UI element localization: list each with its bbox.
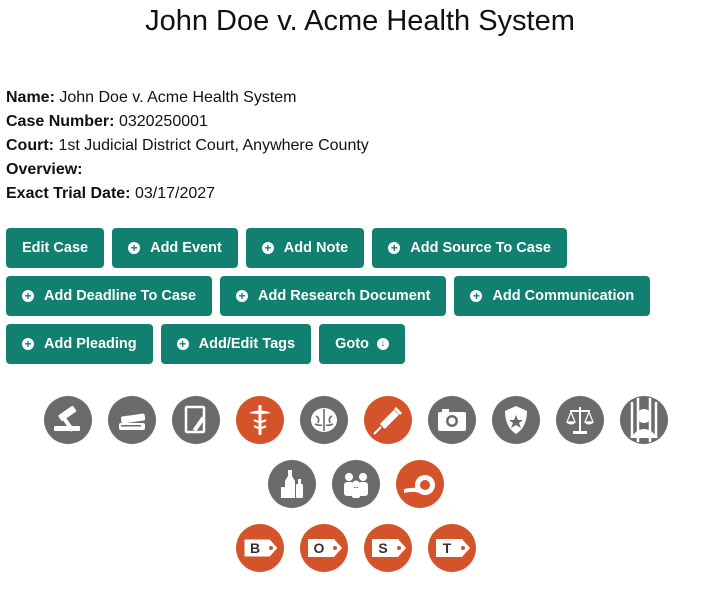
svg-text:S: S <box>378 540 387 556</box>
add-deadline-button[interactable]: + Add Deadline To Case <box>6 276 213 316</box>
category-icons-row-2 <box>0 460 712 508</box>
case-number-row: Case Number: 0320250001 <box>6 113 208 130</box>
court-value: 1st Judicial District Court, Anywhere Co… <box>58 137 369 154</box>
plus-circle-icon: + <box>236 290 249 302</box>
syringe-icon[interactable] <box>364 396 412 444</box>
add-communication-button[interactable]: + Add Communication <box>454 276 651 316</box>
arrow-down-circle-icon: ↓ <box>376 338 389 350</box>
add-source-button[interactable]: + Add Source To Case <box>372 228 567 268</box>
plus-circle-icon: + <box>388 242 401 254</box>
books-icon[interactable] <box>108 396 156 444</box>
plus-circle-icon: + <box>22 338 34 350</box>
trial-date-row: Exact Trial Date: 03/17/2027 <box>6 185 216 202</box>
plus-circle-icon: + <box>470 290 483 302</box>
plus-circle-icon: + <box>128 242 141 254</box>
svg-text:O: O <box>314 540 325 556</box>
add-event-button[interactable]: + Add Event <box>112 228 238 268</box>
trial-date-value: 03/17/2027 <box>134 185 216 202</box>
case-name-value: John Doe v. Acme Health System <box>59 89 297 106</box>
add-research-button[interactable]: + Add Research Document <box>220 276 447 316</box>
medical-caduceus-icon[interactable] <box>236 396 284 444</box>
add-edit-tags-button[interactable]: + Add/Edit Tags <box>160 324 312 364</box>
tag-o-icon[interactable]: O <box>300 524 348 572</box>
family-icon[interactable] <box>332 460 380 508</box>
tag-t-icon[interactable]: T <box>428 524 476 572</box>
gavel-icon[interactable] <box>44 396 92 444</box>
tag-icons-row: B O S T <box>0 524 712 572</box>
brain-icon[interactable] <box>300 396 348 444</box>
case-name-row: Name: John Doe v. Acme Health System <box>6 89 297 106</box>
case-number-value: 0320250001 <box>118 113 208 130</box>
button-row-1: Edit Case + Add Event + Add Note + Add Sour… <box>6 228 567 268</box>
bottles-icon[interactable] <box>268 460 316 508</box>
edit-case-button[interactable]: Edit Case <box>6 228 105 268</box>
police-badge-icon[interactable] <box>492 396 540 444</box>
svg-text:T: T <box>443 540 452 556</box>
document-pen-icon[interactable] <box>172 396 220 444</box>
camera-icon[interactable] <box>428 396 476 444</box>
goto-button[interactable]: Goto ↓ <box>319 324 405 364</box>
bandage-roll-icon[interactable] <box>396 460 444 508</box>
inmate-icon[interactable] <box>620 396 668 444</box>
add-pleading-button[interactable]: + Add Pleading <box>6 324 153 364</box>
plus-circle-icon: + <box>261 242 274 254</box>
page-title: John Doe v. Acme Health System <box>145 5 575 37</box>
plus-circle-icon: + <box>176 338 189 350</box>
scales-of-justice-icon[interactable] <box>556 396 604 444</box>
add-note-button[interactable]: + Add Note <box>245 228 365 268</box>
button-row-2: + Add Deadline To Case + Add Research Docu… <box>6 276 651 316</box>
svg-text:B: B <box>250 540 260 556</box>
button-row-3: + Add Pleading + Add/Edit Tags Goto ↓ <box>6 324 405 364</box>
category-icons-row-1 <box>0 396 712 444</box>
tag-s-icon[interactable]: S <box>364 524 412 572</box>
plus-circle-icon: + <box>22 290 34 302</box>
tag-b-icon[interactable]: B <box>236 524 284 572</box>
overview-row: Overview: <box>6 161 83 178</box>
court-row: Court: 1st Judicial District Court, Anyw… <box>6 137 369 154</box>
case-info: Name: John Doe v. Acme Health System Cas… <box>6 86 369 206</box>
